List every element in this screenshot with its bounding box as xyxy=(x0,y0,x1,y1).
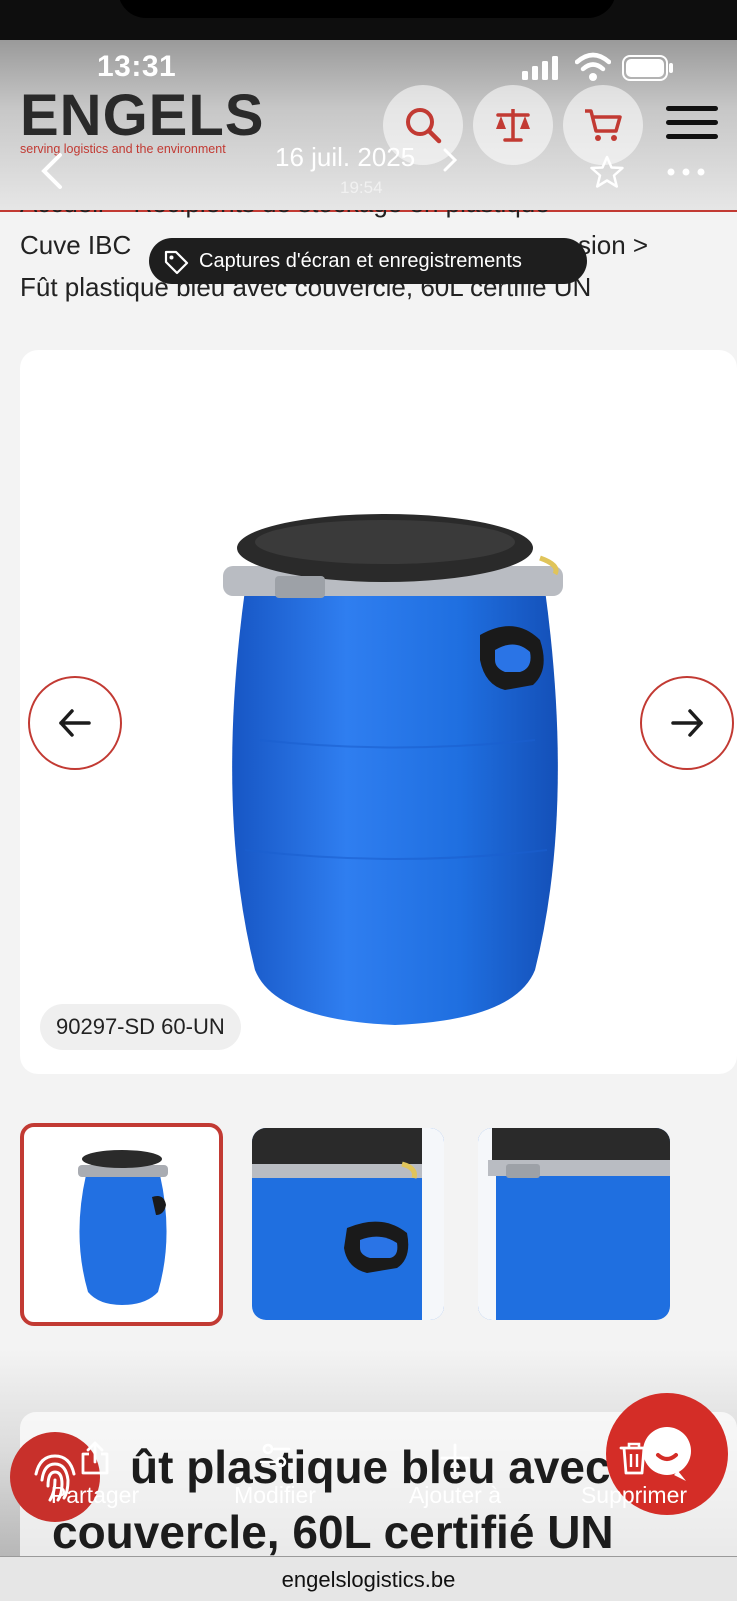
dynamic-island xyxy=(118,0,616,18)
thumbnail-3[interactable] xyxy=(478,1128,670,1320)
cart-icon xyxy=(585,109,622,141)
back-chevron-icon[interactable] xyxy=(38,152,64,190)
add-to-button[interactable]: Ajouter à xyxy=(400,1440,510,1509)
toast-label: Captures d'écran et enregistrements xyxy=(199,250,522,272)
sku-badge: 90297-SD 60-UN xyxy=(40,1004,241,1050)
delete-label: Supprimer xyxy=(580,1482,688,1508)
url-text: engelslogistics.be xyxy=(281,1567,456,1592)
trash-icon xyxy=(619,1442,649,1475)
share-button[interactable]: Partager xyxy=(40,1440,150,1509)
delete-button[interactable]: Supprimer xyxy=(574,1440,694,1509)
barrel-handle-closeup-image xyxy=(252,1128,444,1320)
screenshot-tag-toast[interactable]: Captures d'écran et enregistrements xyxy=(149,238,587,284)
sliders-icon xyxy=(259,1443,291,1468)
logo[interactable]: ENGELS xyxy=(20,86,265,146)
product-title-line-1: ût plastique bleu avec xyxy=(130,1441,611,1493)
hamburger-icon xyxy=(666,106,718,111)
tag-icon xyxy=(164,250,189,275)
browser-url-bar[interactable]: engelslogistics.be xyxy=(0,1556,737,1601)
thumbnail-1-selected[interactable] xyxy=(20,1123,223,1326)
more-options-icon[interactable] xyxy=(666,168,706,176)
add-to-label: Ajouter à xyxy=(408,1482,502,1508)
cart-button[interactable] xyxy=(563,85,643,165)
thumbnail-2[interactable] xyxy=(252,1128,444,1320)
menu-button[interactable] xyxy=(666,106,718,144)
breadcrumb-line-2[interactable]: Cuve IBC xyxy=(20,230,131,261)
arrow-left-icon xyxy=(59,709,91,737)
edit-button[interactable]: Modifier xyxy=(220,1440,330,1509)
wifi-icon xyxy=(575,52,611,81)
chevron-right-icon xyxy=(443,148,458,172)
barrel-thumbnail-image xyxy=(78,1150,168,1305)
cellular-signal-icon xyxy=(522,56,558,80)
previous-image-button[interactable] xyxy=(28,676,122,770)
photo-time: 19:54 xyxy=(340,178,383,197)
product-title-line-2: couvercle, 60L certifié UN xyxy=(52,1506,614,1558)
arrow-right-icon xyxy=(671,709,703,737)
photo-date[interactable]: 16 juil. 2025 xyxy=(275,142,415,173)
battery-icon xyxy=(622,55,673,81)
next-image-button[interactable] xyxy=(640,676,734,770)
plus-icon xyxy=(440,1443,470,1473)
scale-icon xyxy=(496,109,530,142)
star-icon[interactable] xyxy=(590,155,624,189)
status-time: 13:31 xyxy=(97,50,177,83)
compare-button[interactable] xyxy=(473,85,553,165)
search-icon xyxy=(406,108,442,144)
barrel-lid-closeup-image xyxy=(478,1128,670,1320)
share-icon xyxy=(81,1441,109,1475)
edit-label: Modifier xyxy=(234,1482,316,1508)
blue-barrel-image xyxy=(223,514,563,1025)
share-label: Partager xyxy=(50,1482,140,1508)
breadcrumb-line-2-end[interactable]: sion > xyxy=(578,230,648,261)
